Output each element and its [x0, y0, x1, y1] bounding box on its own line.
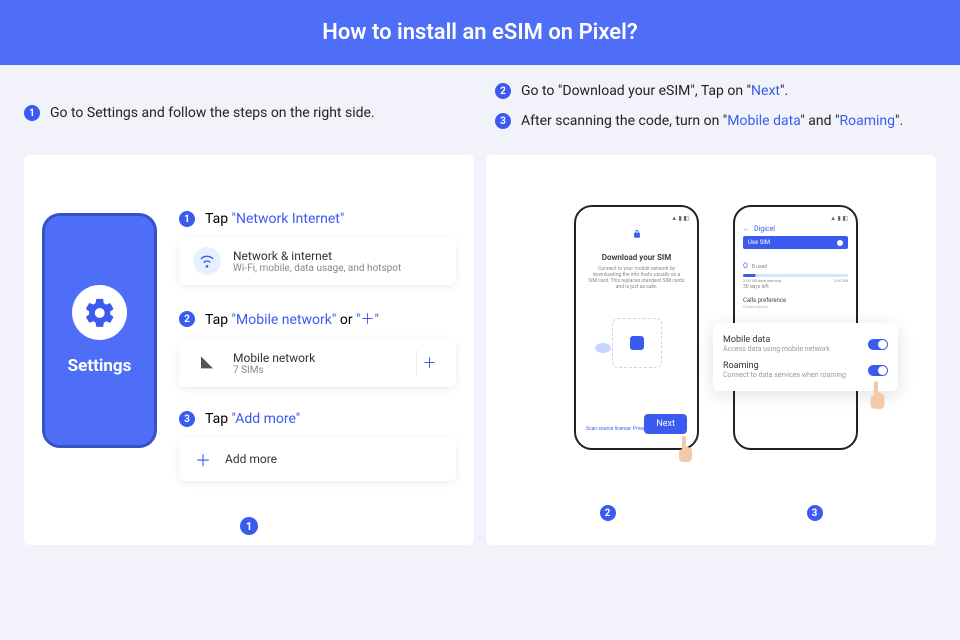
- mobile-data-row[interactable]: Mobile dataAccess data using mobile netw…: [723, 331, 888, 357]
- network-internet-card[interactable]: Network & internet Wi-Fi, mobile, data u…: [179, 237, 456, 285]
- panel-footer-nums: 2 3: [504, 505, 918, 521]
- download-sim-phone: ▲ ▮ ◧ Download your SIM Connect to your …: [574, 205, 699, 450]
- download-sim-desc: Connect to your mobile network by downlo…: [584, 266, 689, 290]
- settings-phone: Settings: [42, 213, 157, 448]
- mobile-data-toggle[interactable]: [868, 339, 888, 350]
- substep-2: 2 Tap "Mobile network" or "＋" Mobile net…: [179, 309, 456, 387]
- step-text-1: Go to Settings and follow the steps on t…: [50, 105, 375, 121]
- wifi-icon: [193, 247, 221, 275]
- left-panel: Settings 1 Tap "Network Internet" Networ…: [24, 155, 474, 545]
- card-sub: Wi-Fi, mobile, data usage, and hotspot: [233, 263, 401, 274]
- pointer-hand-icon: [864, 379, 892, 411]
- top-instructions: 1 Go to Settings and follow the steps on…: [0, 65, 960, 155]
- add-more-card[interactable]: ＋ Add more: [179, 437, 456, 481]
- sim-illustration: [612, 318, 662, 368]
- plus-icon[interactable]: ＋: [416, 350, 442, 376]
- top-left-step: 1 Go to Settings and follow the steps on…: [24, 83, 465, 143]
- top-right-steps: 2 Go to "Download your eSIM", Tap on "Ne…: [495, 83, 936, 143]
- card-title: Mobile network: [233, 351, 315, 365]
- data-usage: O B used 2.00 GB data warning2.00 GB 30 …: [743, 253, 848, 290]
- card-title: Network & internet: [233, 249, 401, 263]
- page-title: How to install an eSIM on Pixel?: [322, 20, 637, 45]
- substep-3: 3 Tap "Add more" ＋ Add more: [179, 411, 456, 481]
- step-text-2: Go to "Download your eSIM", Tap on "Next…: [521, 83, 788, 99]
- carrier-bar: ← Digicel: [743, 225, 848, 233]
- lock-icon: [632, 229, 642, 239]
- phone-label: Settings: [68, 356, 132, 376]
- plus-icon: ＋: [193, 447, 213, 471]
- use-sim-toggle[interactable]: Use SIM: [743, 236, 848, 249]
- step-badge-3: 3: [495, 113, 511, 129]
- header: How to install an eSIM on Pixel?: [0, 0, 960, 65]
- status-icons: ▲ ▮ ◧: [743, 215, 848, 223]
- card-sub: 7 SIMs: [233, 365, 315, 376]
- signal-icon: [193, 349, 221, 377]
- roaming-toggle[interactable]: [868, 365, 888, 376]
- pointer-hand-icon: [673, 434, 699, 464]
- substep-badge-2: 2: [179, 311, 195, 327]
- substep-badge-3: 3: [179, 411, 195, 427]
- back-icon[interactable]: ←: [743, 225, 750, 233]
- substep-badge-1: 1: [179, 211, 195, 227]
- calls-preference[interactable]: Calls preferenceChina Unicom: [743, 297, 848, 309]
- mobile-network-card[interactable]: Mobile network 7 SIMs ＋: [179, 339, 456, 387]
- panel-footer-num: 1: [240, 515, 258, 536]
- card-title: Add more: [225, 452, 277, 466]
- right-panel: ▲ ▮ ◧ Download your SIM Connect to your …: [486, 155, 936, 545]
- status-icons: ▲ ▮ ◧: [584, 215, 689, 223]
- download-sim-title: Download your SIM: [584, 253, 689, 262]
- gear-icon: [72, 285, 127, 340]
- toggles-card: Mobile dataAccess data using mobile netw…: [713, 323, 898, 391]
- step-text-3: After scanning the code, turn on "Mobile…: [521, 113, 903, 129]
- next-button[interactable]: Next: [644, 414, 687, 434]
- step-badge-2: 2: [495, 83, 511, 99]
- step-badge-1: 1: [24, 105, 40, 121]
- carrier-name: Digicel: [754, 225, 775, 233]
- substep-1: 1 Tap "Network Internet" Network & inter…: [179, 211, 456, 285]
